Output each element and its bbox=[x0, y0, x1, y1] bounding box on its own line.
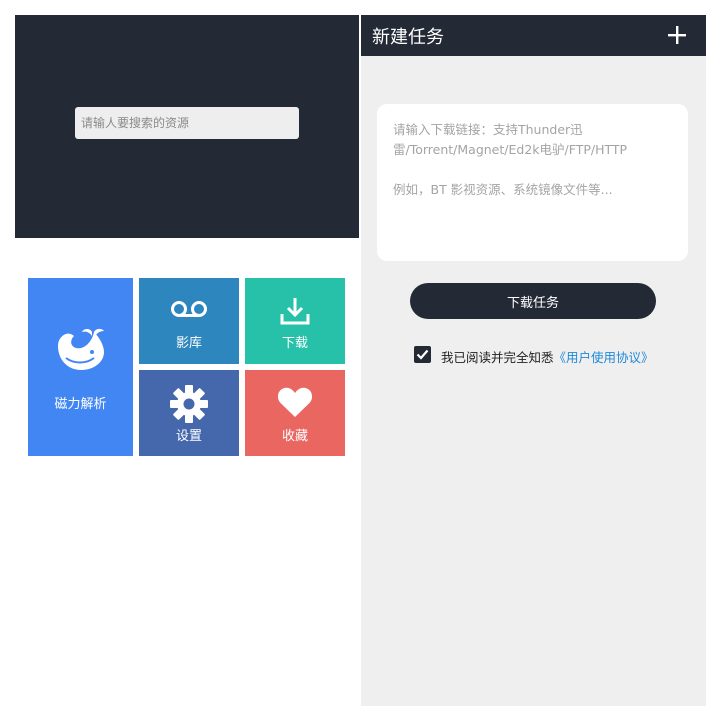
tile-magnet-parse[interactable]: 磁力解析 bbox=[28, 278, 133, 456]
tile-magnet-label: 磁力解析 bbox=[54, 397, 107, 412]
agreement-prefix: 我已阅读并完全知悉 bbox=[441, 350, 554, 365]
download-link-input[interactable] bbox=[377, 104, 688, 261]
tile-download-label: 下载 bbox=[281, 336, 308, 351]
heart-icon bbox=[277, 387, 313, 417]
tile-library-label: 影库 bbox=[175, 336, 202, 351]
tile-library[interactable]: 影库 bbox=[139, 278, 239, 364]
voicemail-icon bbox=[171, 301, 207, 317]
download-icon bbox=[280, 298, 310, 325]
page-title: 新建任务 bbox=[372, 27, 444, 48]
agree-checkbox[interactable] bbox=[414, 346, 431, 363]
tile-favorites[interactable]: 收藏 bbox=[245, 370, 345, 456]
user-agreement-link[interactable]: 《用户使用协议》 bbox=[554, 350, 654, 365]
tile-settings-label: 设置 bbox=[175, 429, 202, 444]
new-task-panel: 新建任务 下载任务 我已阅读并完全知悉《用户使用协议》 bbox=[361, 15, 706, 706]
tile-favorites-label: 收藏 bbox=[281, 429, 308, 444]
search-input[interactable] bbox=[75, 107, 299, 139]
tile-settings[interactable]: 设置 bbox=[139, 370, 239, 456]
agreement-text: 我已阅读并完全知悉《用户使用协议》 bbox=[441, 347, 654, 366]
tile-download[interactable]: 下载 bbox=[245, 278, 345, 364]
search-header bbox=[15, 15, 359, 238]
plus-icon[interactable] bbox=[666, 24, 688, 46]
gear-icon bbox=[170, 385, 208, 423]
new-task-header: 新建任务 bbox=[361, 15, 706, 56]
whale-icon bbox=[57, 328, 104, 370]
download-task-button[interactable]: 下载任务 bbox=[410, 283, 656, 319]
